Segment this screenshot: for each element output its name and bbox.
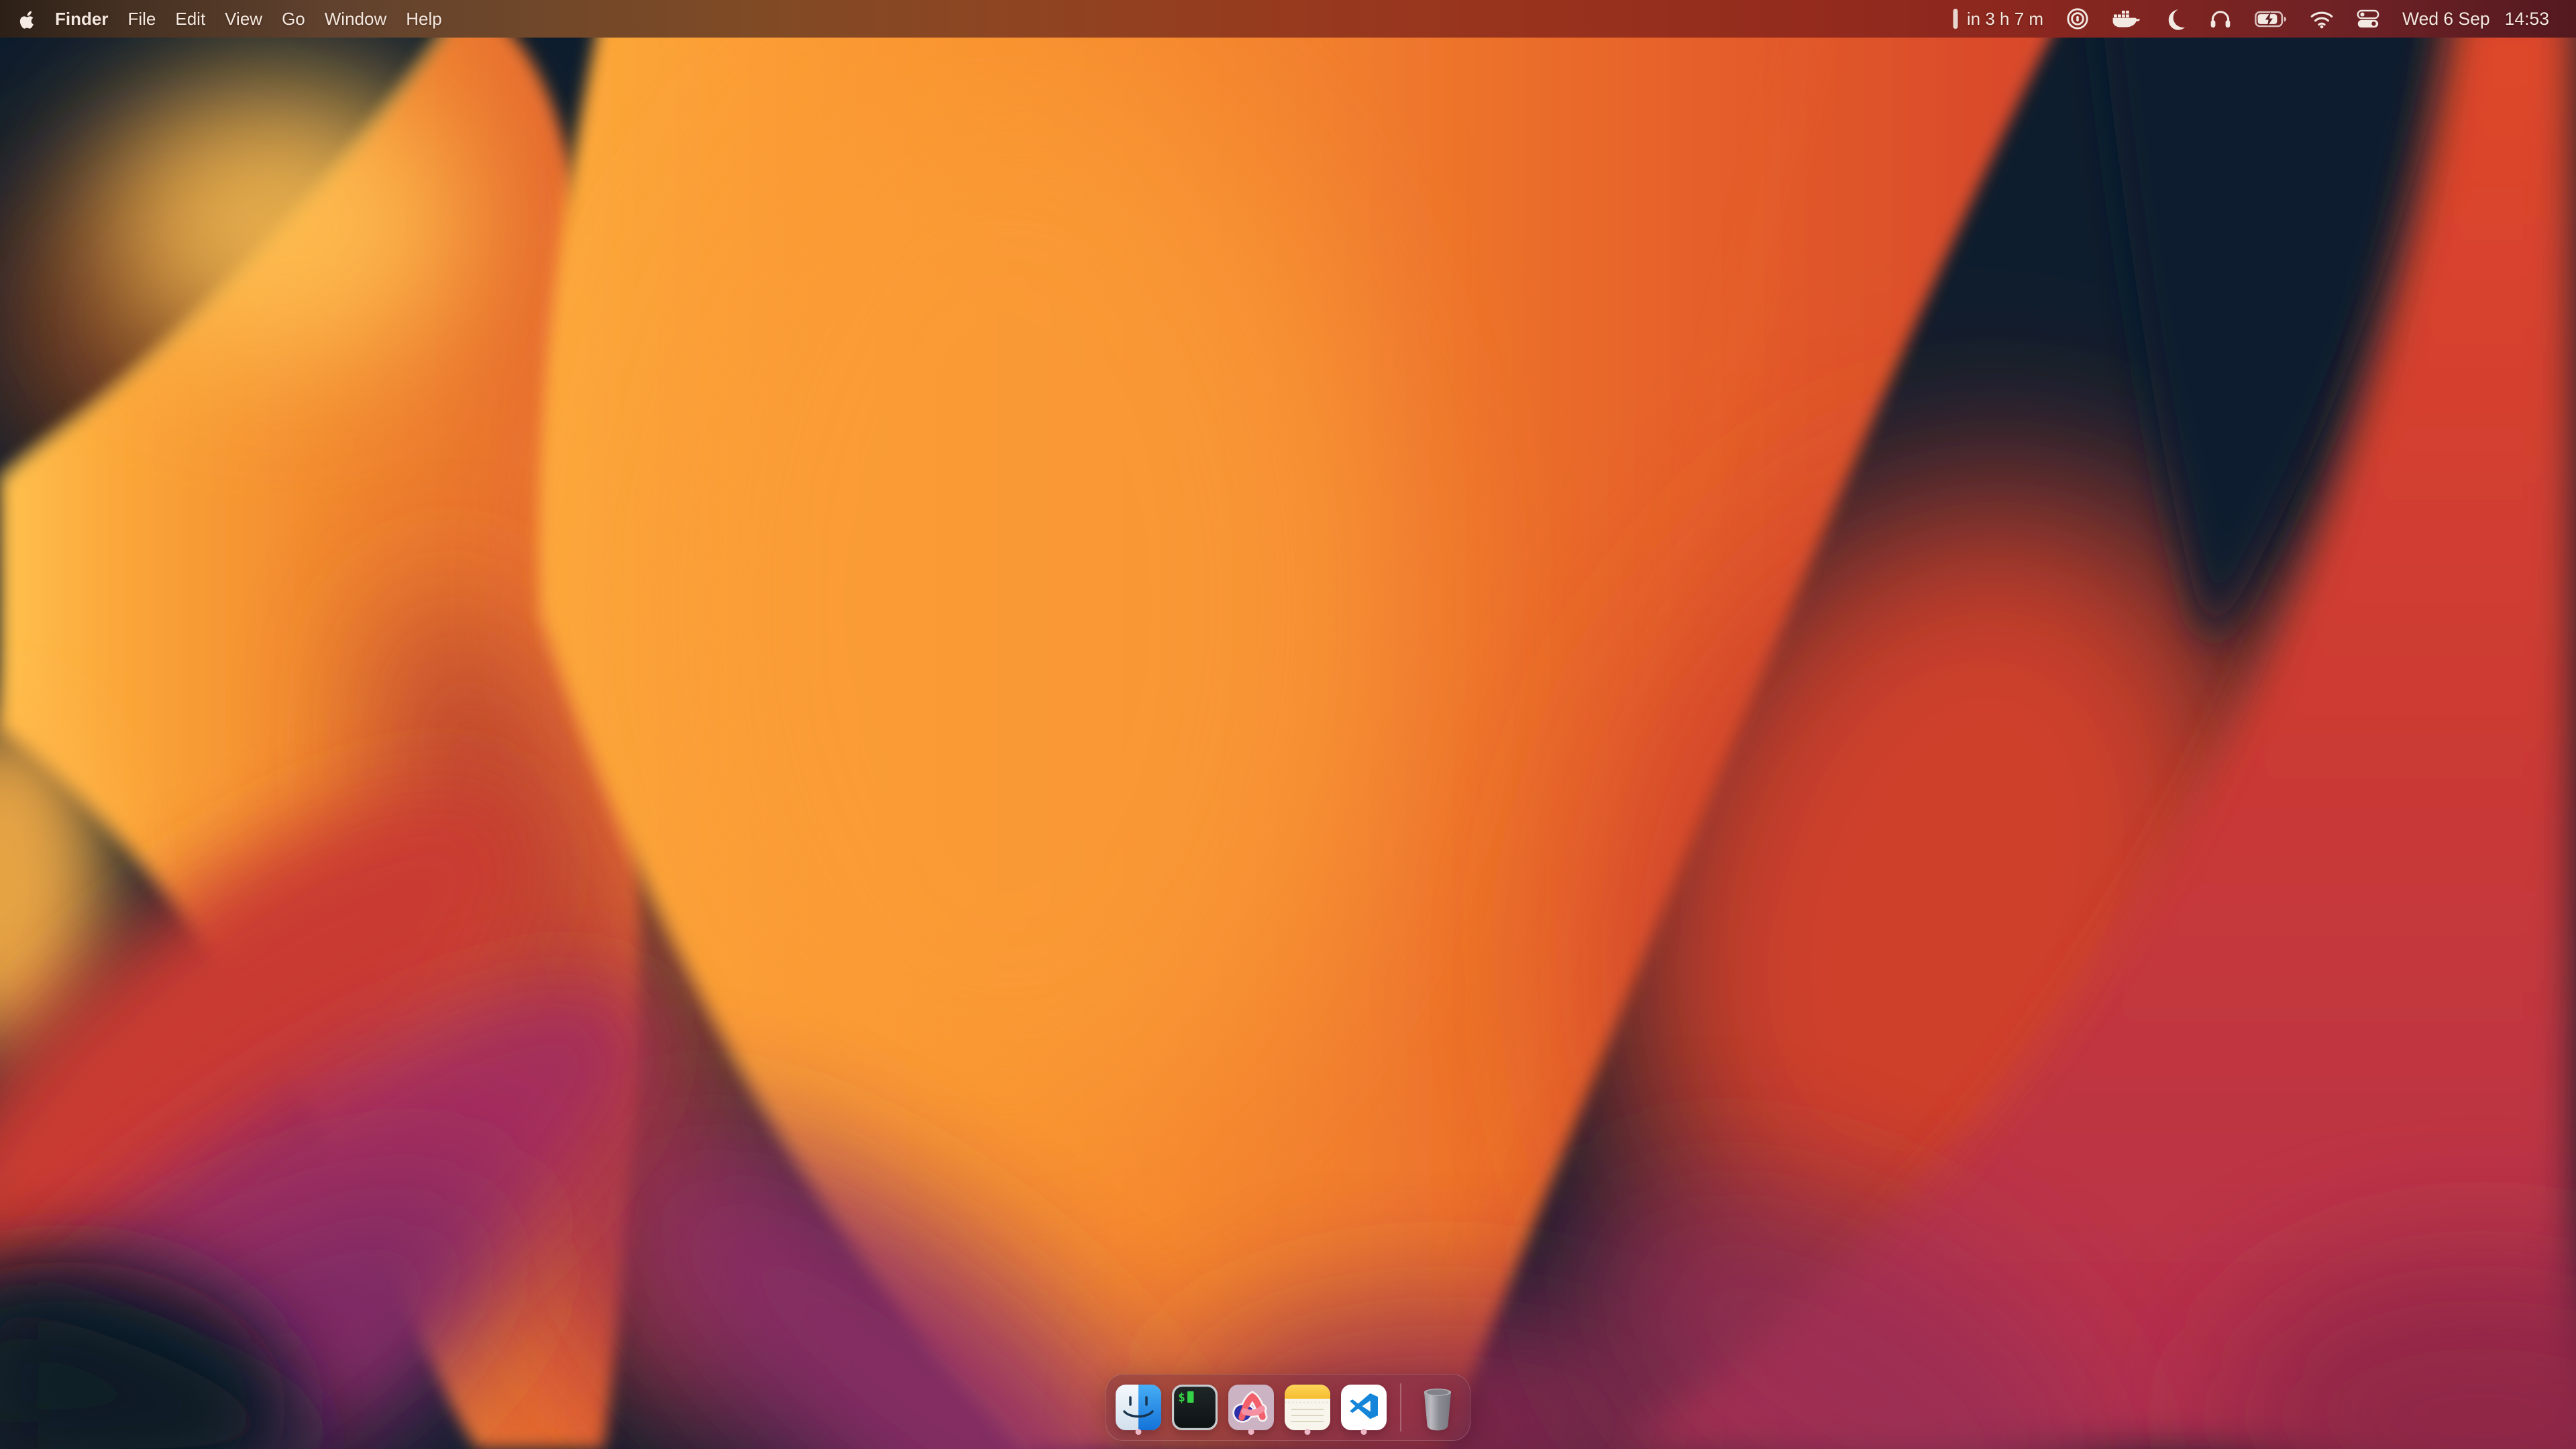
menu-bar: Finder File Edit View Go Window Help in …	[0, 0, 2576, 38]
running-indicator	[1248, 1429, 1254, 1435]
clock-date: Wed 6 Sep	[2402, 9, 2490, 30]
menu-file[interactable]: File	[127, 0, 156, 38]
wallpaper-ventura	[0, 0, 2576, 1449]
arc-browser-icon	[1228, 1385, 1274, 1430]
menu-window[interactable]: Window	[325, 0, 386, 38]
finder-icon	[1116, 1385, 1161, 1430]
wifi-menu-item[interactable]	[2310, 9, 2334, 29]
apple-menu[interactable]	[19, 9, 36, 30]
menu-bar-status: in 3 h 7 m	[1952, 7, 2549, 30]
apple-logo-icon	[19, 9, 36, 30]
menu-help[interactable]: Help	[406, 0, 441, 38]
menu-bar-left: Finder File Edit View Go Window Help	[19, 0, 442, 38]
docker-icon	[2112, 9, 2141, 30]
dock-item-vscode[interactable]	[1341, 1379, 1387, 1436]
headphones-icon	[2209, 9, 2232, 30]
dock-item-finder[interactable]	[1116, 1379, 1161, 1436]
event-countdown-label: in 3 h 7 m	[1967, 9, 2043, 30]
1password-menu-item[interactable]	[2066, 7, 2089, 30]
menu-go[interactable]: Go	[282, 0, 305, 38]
svg-text:$: $	[1178, 1391, 1185, 1405]
trash-icon	[1417, 1385, 1458, 1433]
dock-item-notes[interactable]	[1285, 1379, 1330, 1436]
running-indicator	[1361, 1429, 1367, 1435]
running-indicator	[1305, 1429, 1311, 1435]
dock: $	[1106, 1374, 1470, 1441]
app-menu-finder[interactable]: Finder	[55, 0, 108, 38]
vscode-icon	[1341, 1385, 1387, 1430]
menu-view[interactable]: View	[225, 0, 262, 38]
control-center-menu-item[interactable]	[2357, 9, 2379, 30]
menu-edit[interactable]: Edit	[175, 0, 205, 38]
focus-mode-moon-icon	[2164, 8, 2186, 30]
battery-menu-item[interactable]	[2255, 11, 2287, 28]
control-center-icon	[2357, 9, 2379, 30]
menu-bar-clock[interactable]: Wed 6 Sep 14:53	[2402, 9, 2549, 30]
notes-icon	[1285, 1385, 1330, 1430]
terminal-icon: $	[1172, 1385, 1218, 1430]
dock-item-arc[interactable]	[1228, 1379, 1274, 1436]
1password-icon	[2066, 7, 2089, 30]
sound-output-menu-item[interactable]	[2209, 9, 2232, 30]
docker-menu-item[interactable]	[2112, 9, 2141, 30]
clock-time: 14:53	[2505, 9, 2549, 30]
battery-charging-icon	[2255, 11, 2287, 28]
event-countdown-bar-icon	[1952, 7, 1959, 30]
dock-item-trash[interactable]	[1415, 1379, 1460, 1436]
running-indicator	[1136, 1429, 1142, 1435]
dock-separator	[1400, 1383, 1401, 1432]
wifi-icon	[2310, 9, 2334, 29]
desktop: Finder File Edit View Go Window Help in …	[0, 0, 2576, 1449]
focus-mode-menu-item[interactable]	[2164, 8, 2186, 30]
dock-item-terminal[interactable]: $	[1172, 1379, 1218, 1436]
event-countdown[interactable]: in 3 h 7 m	[1952, 7, 2043, 30]
